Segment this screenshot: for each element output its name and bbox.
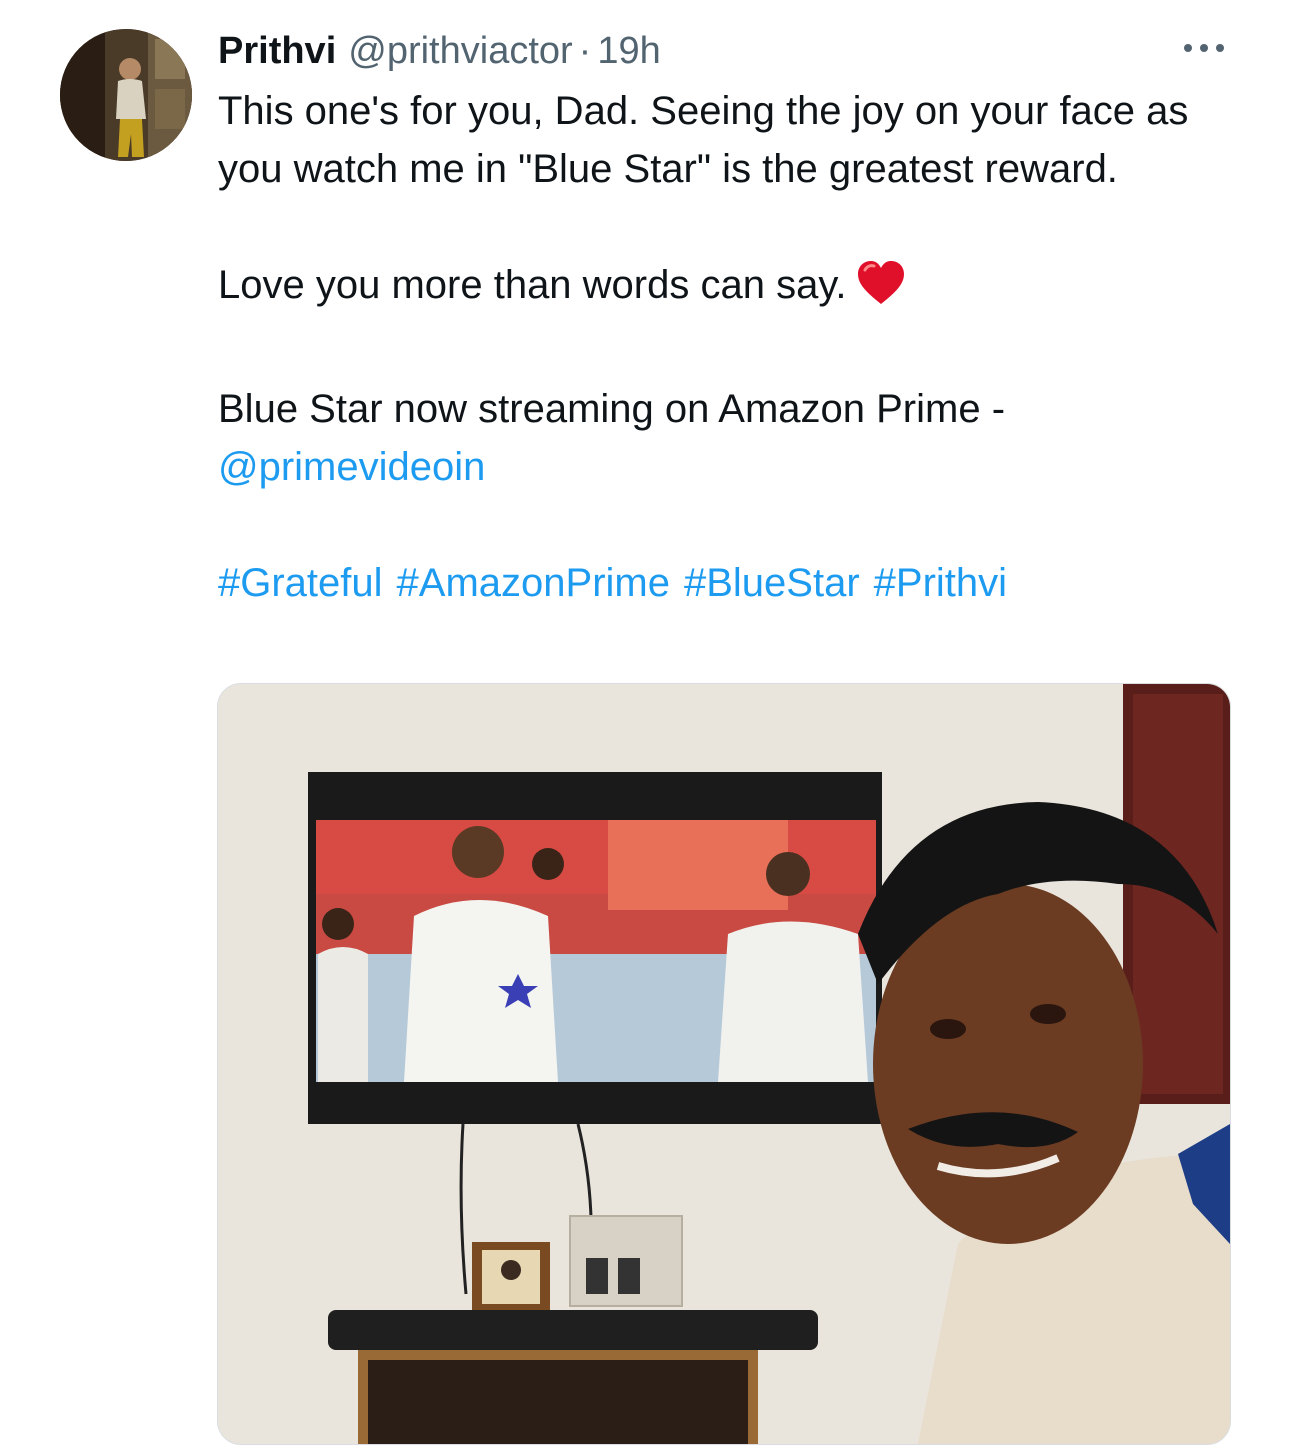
hashtags: #Grateful #AmazonPrime #BlueStar #Prithvi xyxy=(218,554,1238,612)
author-handle[interactable]: @prithviactor xyxy=(348,28,572,74)
tweet[interactable]: Prithvi @prithviactor · 19h This one's f… xyxy=(0,0,1290,1449)
hashtag-amazonprime[interactable]: #AmazonPrime xyxy=(397,561,670,605)
tweet-text: This one's for you, Dad. Seeing the joy … xyxy=(218,82,1238,612)
more-horizontal-icon[interactable] xyxy=(1180,36,1228,60)
tweet-text-line-2: Love you more than words can say. xyxy=(218,256,1238,322)
tweet-text-line-1: This one's for you, Dad. Seeing the joy … xyxy=(218,89,1189,191)
author-name[interactable]: Prithvi xyxy=(218,28,336,74)
hashtag-grateful[interactable]: #Grateful xyxy=(218,561,383,605)
mention-link[interactable]: @primevideoin xyxy=(218,445,485,489)
tweet-header: Prithvi @prithviactor · 19h xyxy=(218,28,661,74)
tweet-photo[interactable] xyxy=(217,683,1231,1445)
tweet-text-line-3: Blue Star now streaming on Amazon Prime … xyxy=(218,387,1006,431)
separator-dot: · xyxy=(578,30,592,72)
author-avatar[interactable] xyxy=(60,29,192,161)
hashtag-prithvi[interactable]: #Prithvi xyxy=(874,561,1007,605)
tweet-time[interactable]: 19h xyxy=(597,28,660,74)
tv-screen xyxy=(308,772,882,1124)
tweet-text-line-2-text: Love you more than words can say. xyxy=(218,263,847,307)
heart-emoji-icon xyxy=(856,260,906,322)
hashtag-bluestar[interactable]: #BlueStar xyxy=(684,561,860,605)
